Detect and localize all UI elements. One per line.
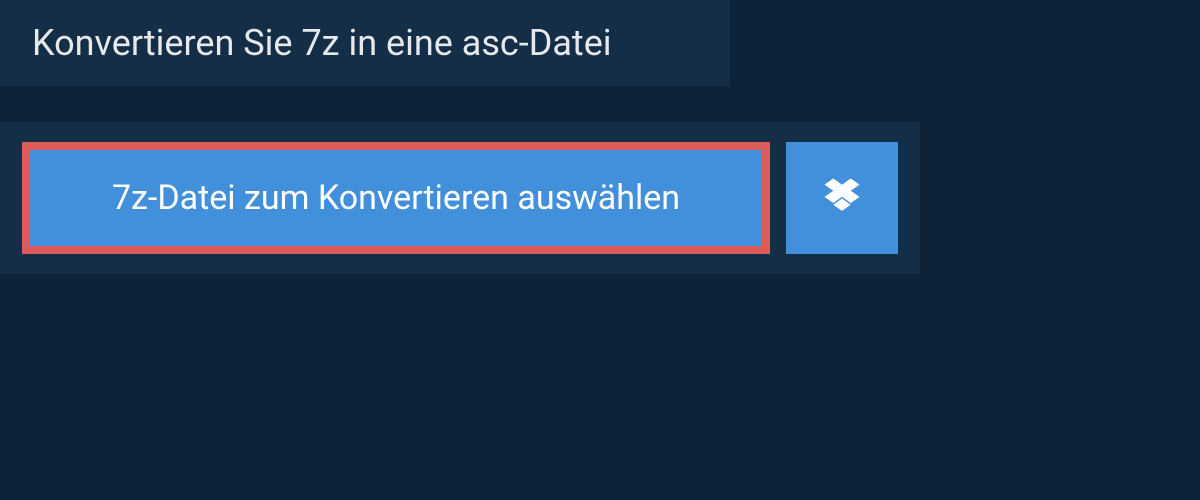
dropbox-upload-button[interactable] <box>786 142 898 254</box>
page-title: Konvertieren Sie 7z in eine asc-Datei <box>32 22 698 64</box>
upload-panel: 7z-Datei zum Konvertieren auswählen <box>0 122 920 274</box>
select-file-button[interactable]: 7z-Datei zum Konvertieren auswählen <box>22 142 770 254</box>
dropbox-icon <box>821 175 863 221</box>
select-file-label: 7z-Datei zum Konvertieren auswählen <box>112 178 680 218</box>
page-header: Konvertieren Sie 7z in eine asc-Datei <box>0 0 730 86</box>
